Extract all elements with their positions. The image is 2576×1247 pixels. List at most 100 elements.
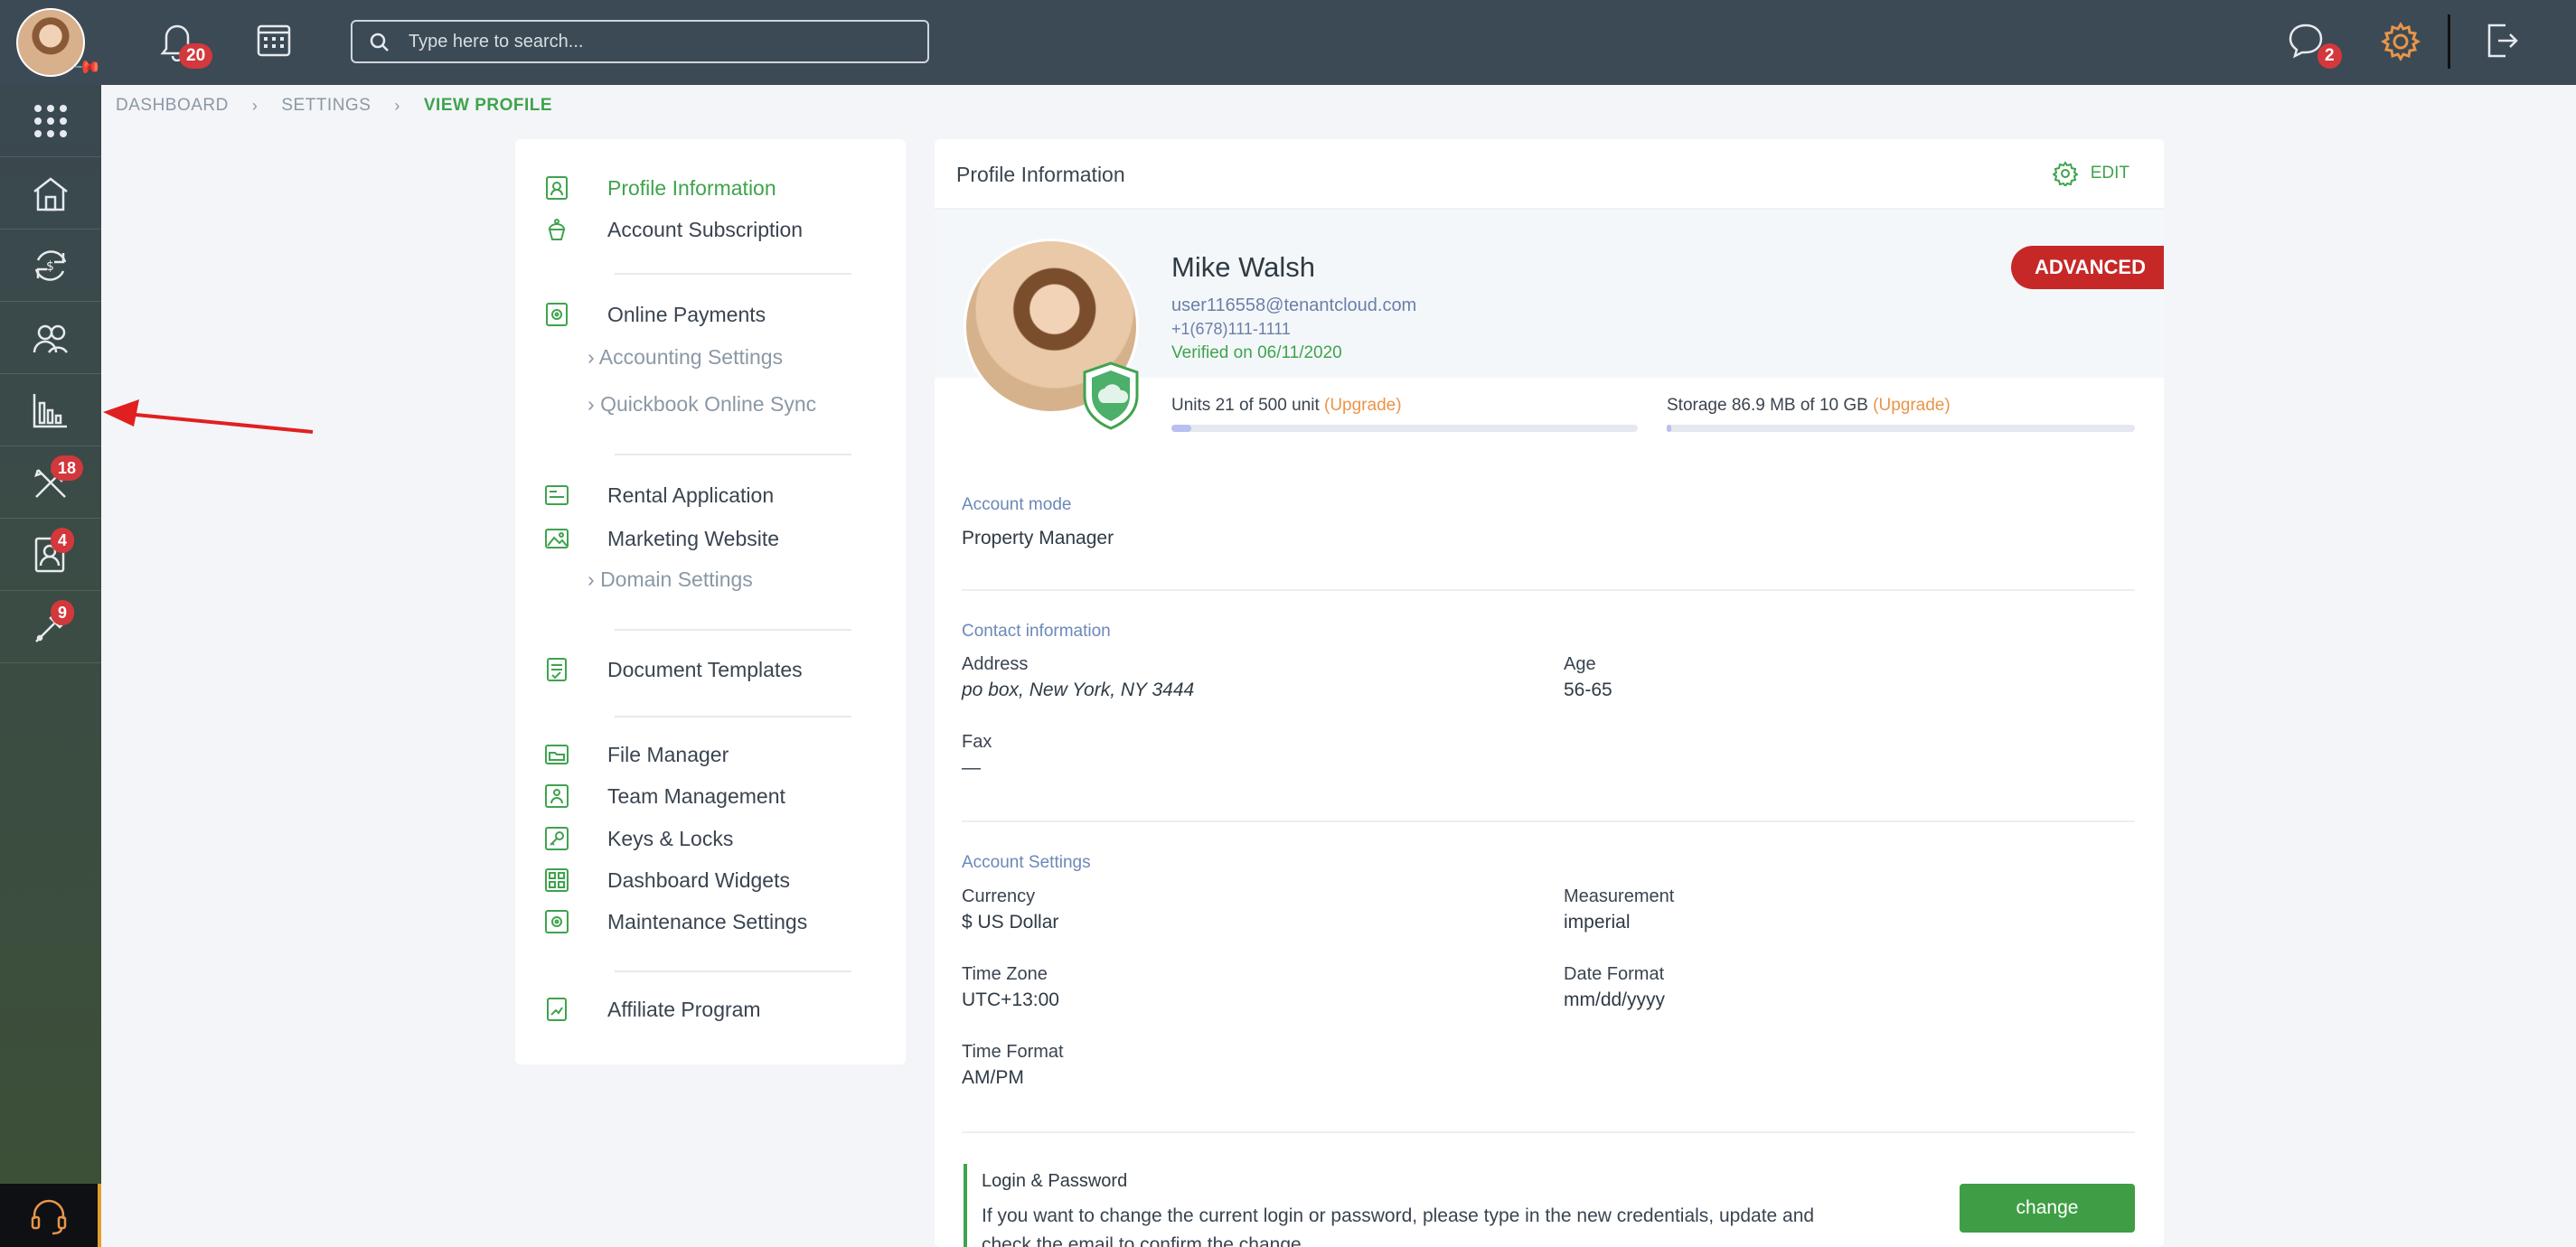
dateformat-value: mm/dd/yyyy: [1564, 989, 1666, 1010]
menu-label: File Manager: [607, 742, 729, 766]
menu-label: Online Payments: [607, 302, 766, 326]
units-upgrade-link[interactable]: (Upgrade): [1324, 396, 1402, 415]
card-header: Profile Information EDIT: [935, 139, 2164, 210]
storage-upgrade-link[interactable]: (Upgrade): [1873, 396, 1951, 415]
folder-icon: [545, 745, 569, 764]
section-divider: [962, 589, 2135, 591]
menu-maintenance-settings[interactable]: Maintenance Settings: [544, 906, 807, 937]
verified-shield-icon: [1083, 361, 1139, 430]
age-value: 56-65: [1564, 680, 1612, 700]
change-credentials-button[interactable]: change: [1960, 1184, 2135, 1233]
sidebar-item-maintenance[interactable]: 18: [0, 446, 101, 519]
menu-file-manager[interactable]: File Manager: [544, 739, 729, 770]
address-value: po box, New York, NY 3444: [962, 680, 1195, 700]
account-settings-title: Account Settings: [962, 853, 1091, 872]
search-input[interactable]: [409, 22, 915, 61]
document-icon: [547, 658, 567, 681]
menu-label: Affiliate Program: [607, 997, 761, 1021]
fax-value: —: [962, 757, 981, 778]
login-password-section: Login & Password If you want to change t…: [964, 1164, 1867, 1247]
menu-label: Keys & Locks: [607, 826, 734, 850]
storage-progress-bar: [1667, 425, 2135, 432]
settings-menu: Profile Information Account Subscription…: [515, 139, 906, 1064]
sidebar-item-payments[interactable]: $: [0, 230, 101, 302]
menu-label: Dashboard Widgets: [607, 867, 790, 892]
timeformat-label: Time Format: [962, 1042, 1064, 1062]
image-picture-icon: [545, 529, 569, 548]
submenu-label: Accounting Settings: [598, 345, 784, 369]
sidebar-item-apps[interactable]: [0, 85, 101, 157]
units-progress-fill: [1171, 425, 1191, 432]
reports-chart-icon: [33, 393, 67, 427]
card-title: Profile Information: [956, 163, 1125, 186]
plan-badge: ADVANCED: [2010, 246, 2164, 289]
age-label: Age: [1564, 654, 1596, 674]
profile-card-icon: [546, 176, 568, 200]
sidebar-item-contacts[interactable]: [0, 302, 101, 374]
menu-domain-settings[interactable]: › Domain Settings: [588, 567, 753, 592]
submenu-label: Domain Settings: [600, 567, 753, 591]
menu-label: Account Subscription: [607, 217, 804, 241]
menu-quickbook-sync[interactable]: › Quickbook Online Sync: [588, 392, 816, 417]
top-bar: 📌 20 2: [0, 0, 2576, 85]
sidebar-item-applicants[interactable]: 4: [0, 519, 101, 591]
annotation-arrow-icon: [103, 399, 314, 434]
menu-label: Rental Application: [607, 483, 775, 507]
currency-label: Currency: [962, 886, 1036, 906]
key-icon: [545, 827, 569, 850]
gear-icon: [2052, 161, 2078, 186]
sidebar-item-properties[interactable]: [0, 157, 101, 230]
menu-affiliate-program[interactable]: Affiliate Program: [544, 994, 761, 1025]
menu-label: Document Templates: [607, 657, 803, 681]
fax-label: Fax: [962, 732, 992, 752]
menu-team-management[interactable]: Team Management: [544, 781, 785, 811]
login-password-description: If you want to change the current login …: [982, 1205, 1815, 1247]
menu-rental-application[interactable]: Rental Application: [544, 480, 774, 511]
section-divider: [962, 820, 2135, 822]
submenu-label: Quickbook Online Sync: [600, 392, 817, 416]
logout-icon[interactable]: [2484, 22, 2520, 60]
topbar-divider: [2448, 14, 2450, 69]
chevron-right-icon: ›: [251, 96, 259, 115]
settings-gear-icon[interactable]: [2381, 22, 2421, 61]
timezone-label: Time Zone: [962, 964, 1048, 984]
breadcrumb-settings[interactable]: SETTINGS: [281, 96, 371, 116]
services-badge: 9: [51, 600, 75, 625]
sidebar: $ 18 4 9: [0, 85, 101, 1247]
menu-keys-locks[interactable]: Keys & Locks: [544, 823, 733, 854]
menu-divider: [615, 629, 851, 631]
menu-accounting-settings[interactable]: › Accounting Settings: [588, 345, 783, 370]
breadcrumb: DASHBOARD › SETTINGS › VIEW PROFILE: [116, 94, 552, 117]
menu-account-subscription[interactable]: Account Subscription: [544, 214, 803, 245]
account-mode-value: Property Manager: [962, 528, 1114, 548]
menu-profile-information[interactable]: Profile Information: [544, 173, 776, 203]
units-usage-label: Units 21 of 500 unit (Upgrade): [1171, 396, 1402, 416]
cupcake-icon: [548, 219, 566, 240]
menu-marketing-website[interactable]: Marketing Website: [544, 523, 779, 554]
application-form-icon: [545, 485, 569, 505]
user-phone: +1(678)111-1111: [1171, 320, 1291, 338]
calendar-icon[interactable]: [256, 22, 292, 58]
breadcrumb-dashboard[interactable]: DASHBOARD: [116, 96, 229, 116]
verified-date: Verified on 06/11/2020: [1171, 343, 1342, 362]
apps-grid-icon: [34, 104, 67, 137]
affiliate-icon: [547, 998, 567, 1021]
menu-dashboard-widgets[interactable]: Dashboard Widgets: [544, 865, 790, 895]
headset-support-icon: [31, 1199, 67, 1235]
notifications-badge: 20: [179, 43, 213, 69]
search-icon: [370, 33, 389, 52]
messages-badge: 2: [2317, 43, 2342, 69]
edit-profile-button[interactable]: EDIT: [2052, 161, 2129, 186]
properties-icon: [33, 176, 68, 211]
menu-document-templates[interactable]: Document Templates: [544, 654, 803, 685]
units-usage-text: Units 21 of 500 unit: [1171, 396, 1320, 415]
sidebar-item-services[interactable]: 9: [0, 591, 101, 663]
menu-online-payments[interactable]: Online Payments: [544, 299, 766, 330]
user-email[interactable]: user116558@tenantcloud.com: [1171, 295, 1416, 316]
support-button[interactable]: [0, 1184, 101, 1247]
maintenance-badge: 18: [51, 455, 84, 481]
svg-text:$: $: [46, 259, 54, 274]
contact-info-title: Contact information: [962, 622, 1111, 641]
sidebar-item-reports[interactable]: [0, 374, 101, 446]
user-name: Mike Walsh: [1171, 251, 1316, 283]
